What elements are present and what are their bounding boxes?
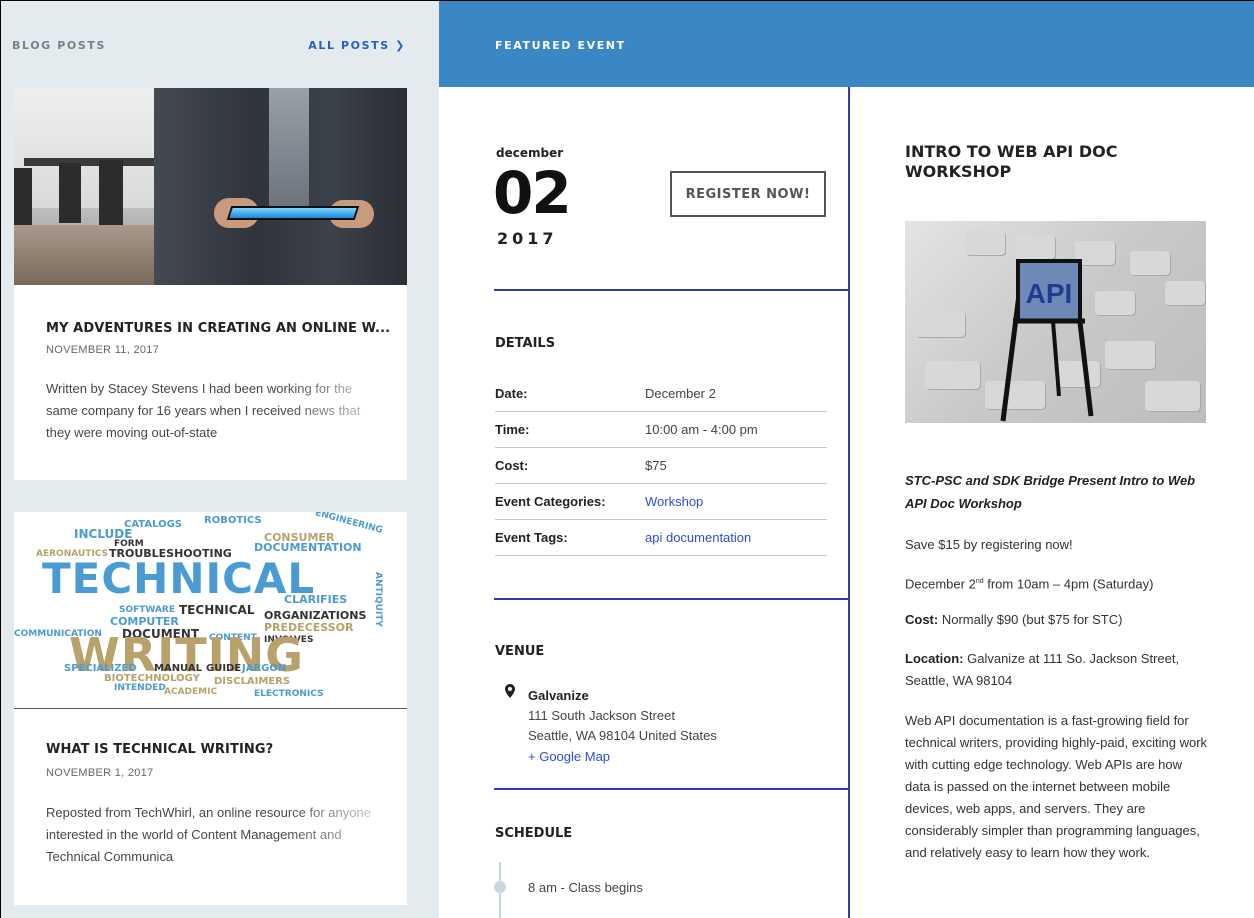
event-month: december — [496, 146, 564, 160]
schedule-item: 8 am - Class begins — [528, 880, 643, 895]
blog-post-card[interactable]: MY ADVENTURES IN CREATING AN ONLINE W...… — [14, 88, 407, 480]
schedule-heading: SCHEDULE — [495, 826, 573, 841]
venue-street: 111 South Jackson Street — [528, 708, 675, 723]
blog-post-card[interactable]: CATALOGS ROBOTICS ENGINEERING INCLUDE CO… — [14, 512, 407, 905]
featured-event-bar: FEATURED EVENT — [439, 0, 1254, 87]
event-title: INTRO TO WEB API DOC WORKSHOP — [905, 142, 1118, 181]
google-map-link[interactable]: + Google Map — [528, 749, 610, 764]
window-shape — [14, 88, 164, 208]
post-excerpt: Written by Stacey Stevens I had been wor… — [46, 378, 386, 444]
cloud-word: TECHNICAL — [42, 554, 316, 603]
cloud-word: ORGANIZATIONS — [264, 609, 367, 622]
details-heading: DETAILS — [495, 336, 556, 351]
cloud-word: ACADEMIC — [164, 687, 218, 697]
details-label: Event Categories: — [495, 494, 606, 509]
event-day: 02 — [493, 159, 572, 227]
column-divider — [848, 87, 850, 918]
details-table: Date: December 2 Time: 10:00 am - 4:00 p… — [495, 376, 827, 556]
map-pin-icon — [505, 684, 515, 698]
easel-api-text: API — [1026, 278, 1073, 309]
when-sup: nd — [975, 578, 984, 585]
cloud-word: GUIDE — [206, 663, 242, 674]
cloud-word: INTENDED — [114, 683, 166, 693]
details-value: $75 — [645, 458, 667, 473]
event-image-api-easel: API — [905, 221, 1206, 423]
blog-column: BLOG POSTS ALL POSTS ❯ MY ADVENTURES IN … — [0, 0, 439, 918]
cloud-word: TECHNICAL — [179, 603, 255, 617]
details-value: 10:00 am - 4:00 pm — [645, 422, 758, 437]
cloud-word: DISCLAIMERS — [214, 676, 291, 687]
location-label: Location: — [905, 651, 964, 666]
section-divider — [494, 289, 848, 291]
location-text: Location: Galvanize at 111 So. Jackson S… — [905, 648, 1195, 692]
tablet-shape — [226, 206, 360, 220]
post-image-business-tablet[interactable] — [14, 88, 407, 285]
details-label: Cost: — [495, 458, 529, 473]
cloud-word: CATALOGS — [124, 519, 183, 530]
details-row-time: Time: 10:00 am - 4:00 pm — [495, 412, 827, 448]
details-row-categories: Event Categories: Workshop — [495, 484, 827, 520]
section-divider — [494, 598, 848, 600]
post-date: NOVEMBER 1, 2017 — [46, 767, 154, 779]
cloud-word: ANTIQUITY — [373, 572, 383, 627]
cloud-word: CLARIFIES — [284, 593, 348, 606]
cost-text: Cost: Normally $90 (but $75 for STC) — [905, 610, 1215, 630]
cloud-word: DOCUMENTATION — [254, 541, 362, 554]
event-subtitle: STC-PSC and SDK Bridge Present Intro to … — [905, 473, 1196, 511]
easel-icon: API — [1000, 258, 1094, 422]
when-time: from 10am – 4pm (Saturday) — [983, 576, 1154, 592]
cloud-word: ELECTRONICS — [254, 689, 324, 699]
venue-name: Galvanize — [528, 688, 589, 703]
register-now-button[interactable]: REGISTER NOW! — [670, 171, 826, 217]
post-excerpt: Reposted from TechWhirl, an online resou… — [46, 802, 386, 868]
shirt-shape — [269, 88, 309, 208]
when-date: December 2 — [905, 576, 976, 592]
featured-event-label: FEATURED EVENT — [495, 39, 626, 52]
post-title[interactable]: WHAT IS TECHNICAL WRITING? — [46, 742, 273, 757]
cloud-word: COMPUTER — [110, 615, 179, 628]
post-date: NOVEMBER 11, 2017 — [46, 344, 160, 356]
chair-shape — [59, 163, 81, 223]
cloud-word: JARGON — [242, 663, 287, 674]
venue-city: Seattle, WA 98104 United States — [528, 728, 717, 743]
category-workshop-link[interactable]: Workshop — [645, 494, 703, 509]
details-value: December 2 — [645, 386, 716, 401]
cost-label: Cost: — [905, 612, 939, 627]
blog-heading: BLOG POSTS — [12, 39, 106, 52]
post-title[interactable]: MY ADVENTURES IN CREATING AN ONLINE W... — [46, 321, 390, 336]
chair-shape — [99, 160, 123, 230]
event-year: 2017 — [497, 229, 558, 248]
save-text: Save $15 by registering now! — [905, 537, 1073, 552]
venue-heading: VENUE — [495, 644, 545, 659]
cloud-word: ROBOTICS — [204, 515, 262, 526]
schedule-dot — [494, 881, 506, 893]
chair-shape — [14, 168, 32, 233]
details-label: Time: — [495, 422, 530, 437]
tag-api-documentation-link[interactable]: api documentation — [645, 530, 751, 545]
details-row-tags: Event Tags: api documentation — [495, 520, 827, 556]
cloud-word: SOFTWARE — [119, 605, 175, 615]
event-description: Web API documentation is a fast-growing … — [905, 713, 1208, 860]
cost-value: Normally $90 (but $75 for STC) — [938, 612, 1123, 627]
details-row-cost: Cost: $75 — [495, 448, 827, 484]
details-label: Event Tags: — [495, 530, 568, 545]
details-row-date: Date: December 2 — [495, 376, 827, 412]
post-image-word-cloud[interactable]: CATALOGS ROBOTICS ENGINEERING INCLUDE CO… — [14, 512, 407, 709]
all-posts-link[interactable]: ALL POSTS ❯ — [308, 39, 406, 52]
when-text: December 2nd from 10am – 4pm (Saturday) — [905, 572, 1215, 594]
section-divider — [494, 788, 848, 790]
details-label: Date: — [495, 386, 528, 401]
